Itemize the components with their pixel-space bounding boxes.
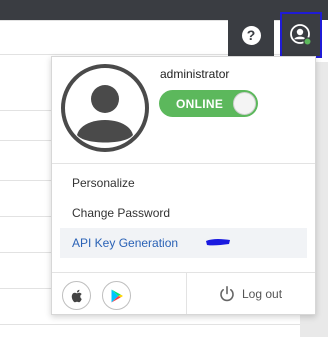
divider — [52, 272, 315, 273]
avatar-icon — [61, 64, 149, 152]
menu-item-api-key-generation[interactable]: API Key Generation — [60, 228, 307, 258]
toggle-knob — [233, 92, 256, 115]
user-menu-button[interactable] — [280, 12, 322, 58]
footer-separator — [186, 273, 187, 314]
google-play-icon — [111, 289, 123, 302]
logout-button[interactable]: Log out — [218, 283, 282, 305]
divider — [52, 163, 315, 164]
username-label: administrator — [160, 67, 230, 81]
annotation-scribble — [206, 239, 230, 246]
help-button[interactable]: ? — [228, 12, 274, 58]
apple-icon — [71, 289, 82, 302]
menu-item-label: API Key Generation — [72, 236, 179, 250]
help-icon: ? — [241, 25, 261, 45]
top-bar — [0, 0, 328, 20]
apple-store-button[interactable] — [62, 281, 91, 310]
user-status-icon — [290, 24, 312, 46]
online-status-toggle[interactable]: ONLINE — [159, 90, 258, 117]
user-menu-dropdown: administrator ONLINE Personalize Change … — [51, 56, 316, 315]
status-label: ONLINE — [176, 97, 224, 111]
logout-label: Log out — [242, 287, 283, 301]
menu-item-personalize[interactable]: Personalize — [60, 168, 307, 198]
power-icon — [220, 285, 234, 302]
table-row — [0, 324, 300, 325]
menu-item-label: Change Password — [72, 206, 171, 220]
menu-item-label: Personalize — [72, 176, 135, 190]
menu-item-change-password[interactable]: Change Password — [60, 198, 307, 228]
google-play-store-button[interactable] — [102, 281, 131, 310]
